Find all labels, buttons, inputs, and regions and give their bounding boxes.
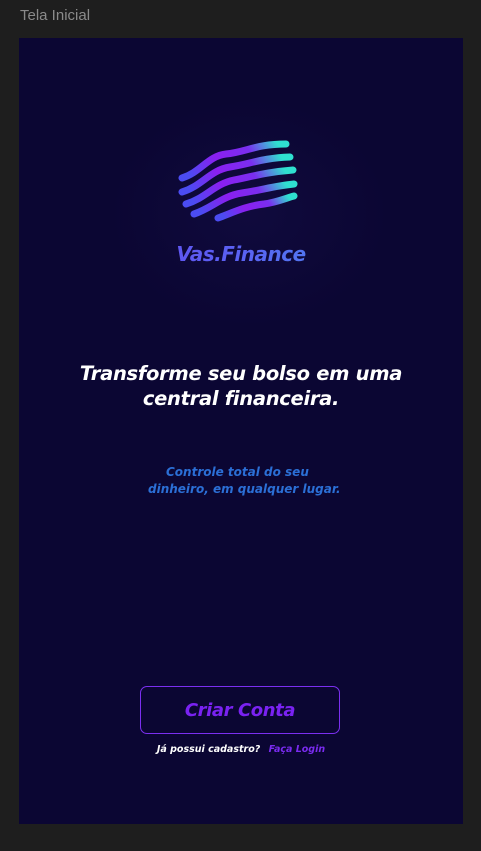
brand-name: Vas.Finance [19, 242, 463, 266]
login-prompt: Já possui cadastro? [156, 744, 261, 755]
hero-headline: Transforme seu bolso em uma central fina… [79, 362, 403, 410]
welcome-screen: Vas.Finance Transforme seu bolso em uma … [19, 38, 463, 824]
hero-subtitle-line-2: dinheiro, em qualquer lugar. [148, 482, 341, 496]
wavy-stripes-logo-icon [178, 140, 298, 222]
hero-subtitle-line-1: Controle total do seu [166, 465, 309, 479]
login-link[interactable]: Faça Login [269, 744, 326, 755]
hero-subtitle: Controle total do seu dinheiro, em qualq… [145, 464, 345, 498]
frame-label: Tela Inicial [20, 7, 91, 24]
create-account-button[interactable]: Criar Conta [140, 686, 340, 734]
login-row: Já possui cadastro? Faça Login [19, 744, 463, 755]
